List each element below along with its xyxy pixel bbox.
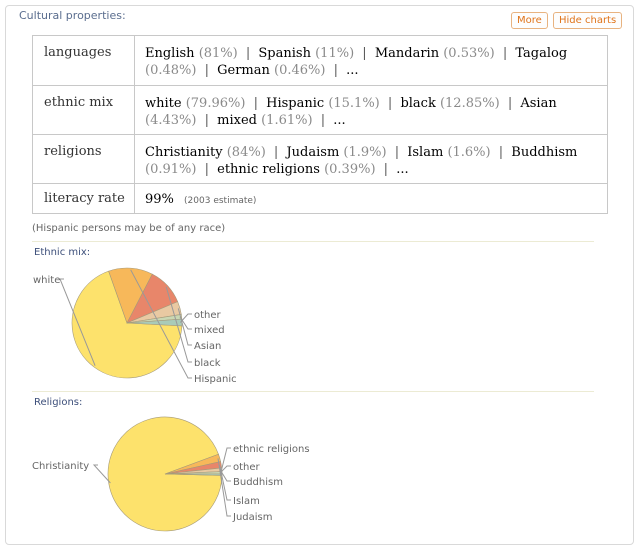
ethnic-name: mixed xyxy=(217,113,257,128)
religion-name: Buddhism xyxy=(511,145,578,160)
separator: | xyxy=(387,96,393,111)
literacy-note: (2003 estimate) xyxy=(184,196,257,206)
ethnic-pct: (12.85%) xyxy=(439,96,500,111)
slice-label: other xyxy=(194,310,222,321)
slice-label: other xyxy=(233,462,261,473)
separator: | xyxy=(507,96,513,111)
footnote: (Hispanic persons may be of any race) xyxy=(32,223,226,234)
language-pct: (0.46%) xyxy=(274,63,326,78)
separator: | xyxy=(245,46,251,61)
religion-pct: (1.6%) xyxy=(447,145,491,160)
language-pct: (0.48%) xyxy=(145,63,197,78)
religion-name: Islam xyxy=(407,145,444,160)
language-name: Spanish xyxy=(258,46,311,61)
religion-name: ethnic religions xyxy=(217,162,320,177)
slice-label: Christianity xyxy=(32,461,89,472)
separator: | xyxy=(204,113,209,128)
ethnic-name: black xyxy=(400,96,436,111)
religion-pct: (0.91%) xyxy=(145,162,197,177)
separator: | xyxy=(362,46,367,61)
language-pct: (81%) xyxy=(198,46,238,61)
ethnic-name: white xyxy=(145,96,182,111)
religions-value: Christianity (84%) | Judaism (1.9%) | Is… xyxy=(134,134,608,184)
religions-chart-title: Religions: xyxy=(34,397,83,408)
separator: | xyxy=(394,145,400,160)
hide-charts-button[interactable]: Hide charts xyxy=(553,12,623,29)
language-name: Mandarin xyxy=(374,46,440,61)
religions-pie-chart: Christianity Judaism Islam Buddhism othe… xyxy=(32,416,310,532)
separator: | xyxy=(383,162,389,177)
separator: | xyxy=(320,113,326,128)
religion-name: Judaism xyxy=(286,145,340,160)
row-label: languages xyxy=(32,35,135,86)
religion-pct: (84%) xyxy=(226,145,266,160)
divider xyxy=(32,241,594,242)
slice-label: white xyxy=(33,275,60,286)
religion-name: Christianity xyxy=(145,145,223,160)
literacy-value: 99% (2003 estimate) xyxy=(134,183,608,214)
slice-label: Islam xyxy=(233,496,260,507)
row-label: literacy rate xyxy=(32,183,135,214)
table-row: literacy rate 99% (2003 estimate) xyxy=(32,183,608,214)
ethnic-mix-value: white (79.96%) | Hispanic (15.1%) | blac… xyxy=(134,85,608,135)
slice-label: ethnic religions xyxy=(233,444,310,455)
languages-value: English (81%) | Spanish (11%) | Mandarin… xyxy=(134,35,608,86)
divider xyxy=(32,391,594,392)
language-pct: (11%) xyxy=(315,46,355,61)
more-ellipsis[interactable]: ... xyxy=(333,113,345,128)
religion-pct: (0.39%) xyxy=(324,162,376,177)
separator: | xyxy=(253,96,258,111)
slice-label: black xyxy=(194,358,221,369)
slice-label: Asian xyxy=(194,341,221,352)
language-name: German xyxy=(217,63,270,78)
pod-title: Cultural properties: xyxy=(19,9,126,22)
slice-label: mixed xyxy=(194,325,225,336)
literacy-rate: 99% xyxy=(145,192,174,207)
separator: | xyxy=(502,46,508,61)
separator: | xyxy=(273,145,279,160)
religion-pct: (1.9%) xyxy=(343,145,387,160)
ethnic-name: Asian xyxy=(520,96,557,111)
separator: | xyxy=(333,63,338,78)
row-label: ethnic mix xyxy=(32,85,135,135)
ethnic-mix-pie-chart: white Hispanic black Asian mixed other xyxy=(33,267,237,385)
separator: | xyxy=(204,162,209,177)
ethnic-pct: (79.96%) xyxy=(185,96,246,111)
properties-table: languages English (81%) | Spanish (11%) … xyxy=(32,35,608,214)
slice-label: Judaism xyxy=(232,512,273,523)
table-row: ethnic mix white (79.96%) | Hispanic (15… xyxy=(32,85,608,135)
slice-label: Hispanic xyxy=(194,374,237,385)
ethnic-pct: (4.43%) xyxy=(145,113,197,128)
table-row: religions Christianity (84%) | Judaism (… xyxy=(32,134,608,184)
table-row: languages English (81%) | Spanish (11%) … xyxy=(32,35,608,86)
language-pct: (0.53%) xyxy=(443,46,495,61)
ethnic-pct: (15.1%) xyxy=(328,96,380,111)
separator: | xyxy=(204,63,209,78)
more-ellipsis[interactable]: ... xyxy=(396,162,408,177)
ethnic-name: Hispanic xyxy=(266,96,325,111)
more-button[interactable]: More xyxy=(511,12,548,29)
row-label: religions xyxy=(32,134,135,184)
separator: | xyxy=(498,145,504,160)
slice-label: Buddhism xyxy=(233,477,283,488)
language-name: English xyxy=(145,46,195,61)
more-ellipsis[interactable]: ... xyxy=(346,63,358,78)
ethnic-pct: (1.61%) xyxy=(261,113,313,128)
language-name: Tagalog xyxy=(515,46,568,61)
